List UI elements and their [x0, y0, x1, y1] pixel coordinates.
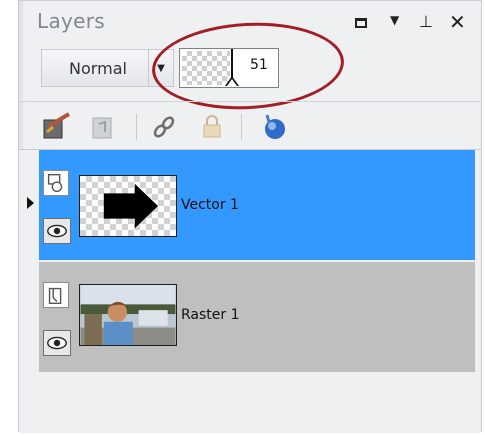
highlight-annotation	[149, 18, 347, 114]
toolbar-separator	[136, 114, 137, 140]
close-icon[interactable]: ✕	[449, 10, 466, 34]
toolbar-separator	[241, 114, 242, 140]
pin-icon[interactable]: ⊥	[419, 12, 433, 31]
delete-layer-icon[interactable]	[87, 112, 117, 142]
edit-selection-icon[interactable]	[259, 112, 289, 142]
link-layers-icon[interactable]	[149, 112, 179, 142]
layer-row-raster-1[interactable]: Raster 1	[39, 262, 475, 372]
layer-row-vector-1[interactable]: Vector 1	[39, 150, 475, 260]
layer-name: Vector 1	[181, 197, 239, 213]
lock-layer-icon[interactable]	[197, 112, 227, 142]
blend-mode-select[interactable]: Normal	[41, 49, 155, 87]
layer-name: Raster 1	[181, 307, 240, 323]
dropdown-icon[interactable]: ▼	[390, 13, 399, 27]
eye-icon[interactable]	[43, 330, 71, 356]
layers-panel: Layers ▼ ⊥ ✕ Normal ▼ 51 Vector 1 Raster…	[18, 0, 482, 433]
panel-title: Layers	[37, 9, 105, 33]
eye-icon[interactable]	[43, 218, 71, 244]
active-layer-marker	[27, 197, 34, 209]
raster-layer-icon	[43, 282, 69, 308]
maximize-icon[interactable]	[355, 18, 367, 28]
divider	[19, 101, 481, 102]
layer-thumbnail-arrow	[79, 175, 177, 237]
vector-layer-icon	[43, 170, 69, 196]
new-raster-layer-icon[interactable]	[41, 112, 71, 142]
layers-list: Vector 1 Raster 1	[19, 150, 481, 433]
blend-mode-value: Normal	[69, 58, 127, 78]
layer-thumbnail-photo	[79, 284, 177, 346]
